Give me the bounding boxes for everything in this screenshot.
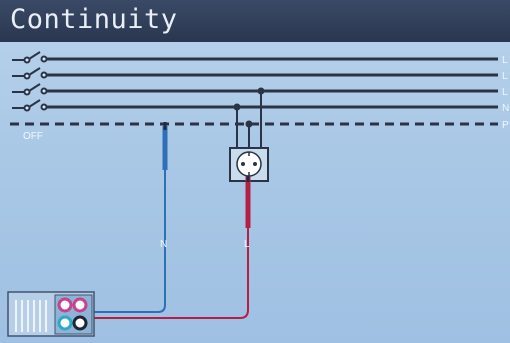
line-label-pe: P (502, 120, 509, 131)
blue-lead-label: N (160, 239, 167, 250)
line-label-l2: L (502, 71, 508, 82)
instrument-terminals-icon (7, 291, 95, 337)
line-label-l1: L (502, 55, 508, 66)
blue-test-lead (92, 122, 168, 313)
off-label: OFF (23, 131, 43, 142)
continuity-wiring-diagram: L L L N P OFF N L (7, 51, 509, 337)
line-label-l3: L (502, 87, 508, 98)
supply-lines (10, 57, 498, 126)
red-test-lead (92, 176, 251, 319)
socket-outlet-icon (229, 87, 269, 182)
instrument-screen: Continuity L L L N P OFF N L (0, 0, 510, 343)
switch-icon (12, 51, 48, 112)
line-label-n: N (502, 103, 509, 114)
red-lead-label: L (244, 239, 250, 250)
